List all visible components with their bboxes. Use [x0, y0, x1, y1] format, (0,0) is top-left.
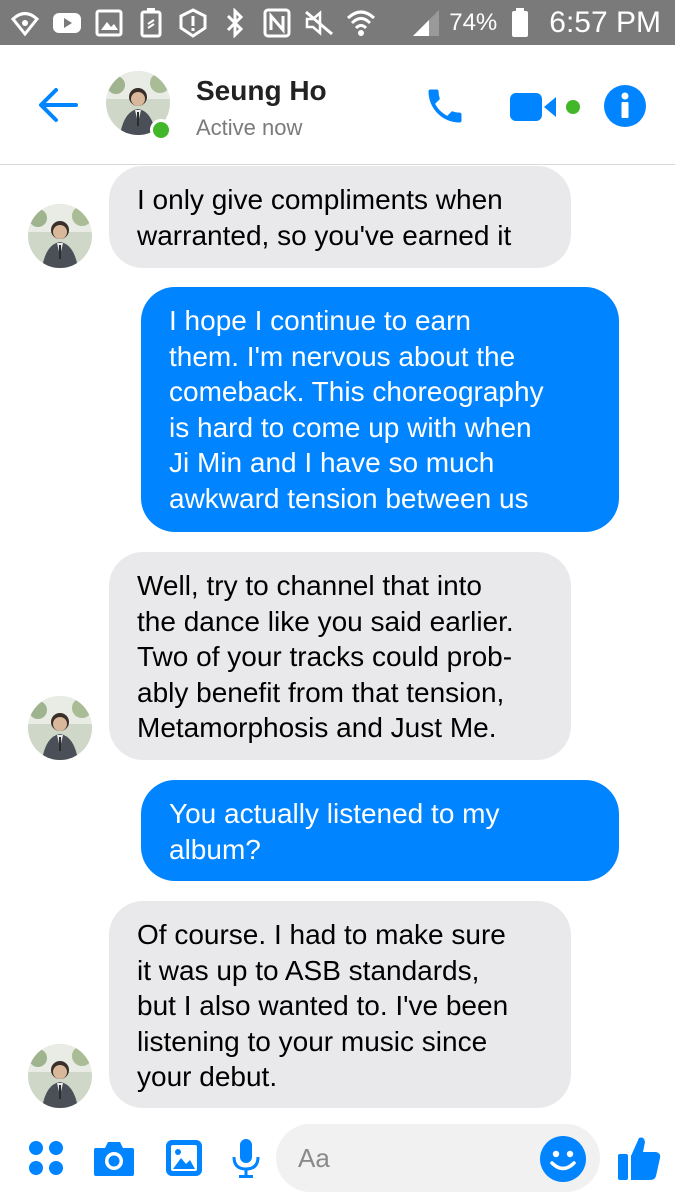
message-text-line: I hope I continue to earn [169, 305, 471, 336]
status-right: 74% 6:57 PM [411, 0, 661, 45]
more-options-button[interactable] [22, 1134, 70, 1182]
message-text-line: Well, try to channel that into [137, 570, 482, 601]
image-icon [166, 1140, 202, 1176]
message-text-line: Two of your tracks could prob- [137, 641, 513, 672]
info-icon [621, 92, 629, 118]
gallery-icon [94, 8, 124, 38]
message-text-line: warranted, so you've earned it [137, 219, 512, 251]
active-status-dot [150, 119, 172, 141]
youtube-icon [52, 8, 82, 38]
like-button[interactable] [614, 1132, 664, 1184]
message-text-line: is hard to come up with when [169, 411, 532, 443]
wifi-icon [346, 8, 376, 38]
smiley-icon [550, 1150, 576, 1171]
message-text-line: it was up to ASB standards, [137, 954, 480, 986]
camera-button[interactable] [90, 1134, 138, 1182]
battery-percent: 74% [449, 8, 498, 36]
voice-call-button[interactable] [420, 83, 470, 129]
message-outgoing[interactable]: You actually listened to my album? [141, 780, 619, 881]
status-bar: 74% 6:57 PM [0, 0, 675, 45]
contact-name[interactable]: Seung Ho [196, 75, 327, 107]
wifi-calling-icon [10, 8, 40, 38]
conversation-header: Seung Ho Active now [0, 45, 675, 165]
message-text-line: I only give compliments when [137, 184, 503, 215]
grid-dots-icon [29, 1141, 63, 1175]
voice-message-button[interactable] [222, 1134, 270, 1182]
message-text-line: the dance like you said earlier. [137, 605, 514, 637]
sender-avatar[interactable] [28, 204, 92, 268]
message-text-line: You actually listened to my [169, 798, 500, 829]
mute-icon [304, 8, 334, 38]
back-arrow-icon [39, 88, 78, 122]
message-composer [0, 1120, 675, 1200]
alert-icon [178, 8, 208, 38]
contact-status: Active now [196, 115, 303, 140]
video-camera-icon [510, 93, 556, 121]
info-button[interactable] [604, 85, 646, 127]
message-text-line: album? [169, 833, 261, 865]
gallery-button[interactable] [160, 1134, 208, 1182]
clock: 6:57 PM [549, 5, 661, 39]
status-notification-icons [10, 6, 376, 40]
back-button[interactable] [34, 83, 82, 127]
message-incoming[interactable]: Of course. I had to make sure it was up … [109, 901, 571, 1108]
message-text-line: your debut. [137, 1061, 278, 1092]
battery-saver-icon [136, 8, 166, 38]
message-incoming[interactable]: I only give compliments when warranted, … [109, 166, 571, 268]
message-text-line: listening to your music since [137, 1025, 488, 1057]
message-text-line: Of course. I had to make sure [137, 919, 506, 950]
sender-avatar[interactable] [28, 696, 92, 760]
message-text-line: ably benefit from that tension, [137, 676, 505, 708]
message-text-line: Metamorphosis and Just Me. [137, 712, 497, 743]
nfc-icon [262, 8, 292, 38]
video-active-dot [566, 100, 580, 114]
camera-icon [94, 1142, 134, 1176]
bluetooth-icon [220, 8, 250, 38]
message-incoming[interactable]: Well, try to channel that into the dance… [109, 552, 571, 760]
microphone-icon [232, 1139, 260, 1178]
sender-avatar[interactable] [28, 1044, 92, 1108]
message-outgoing[interactable]: I hope I continue to earn them. I'm nerv… [141, 287, 619, 532]
message-text-line: them. I'm nervous about the [169, 340, 516, 372]
signal-icon [411, 8, 441, 38]
thumbs-up-icon [618, 1137, 661, 1180]
battery-icon [505, 7, 535, 38]
message-text-line: awkward tension between us [169, 482, 529, 514]
message-text-line: but I also wanted to. I've been [137, 990, 509, 1021]
message-text-line: comeback. This choreography [169, 376, 544, 407]
emoji-button[interactable] [540, 1136, 586, 1182]
phone-icon [428, 89, 462, 123]
message-text-line: Ji Min and I have so much [169, 447, 495, 478]
